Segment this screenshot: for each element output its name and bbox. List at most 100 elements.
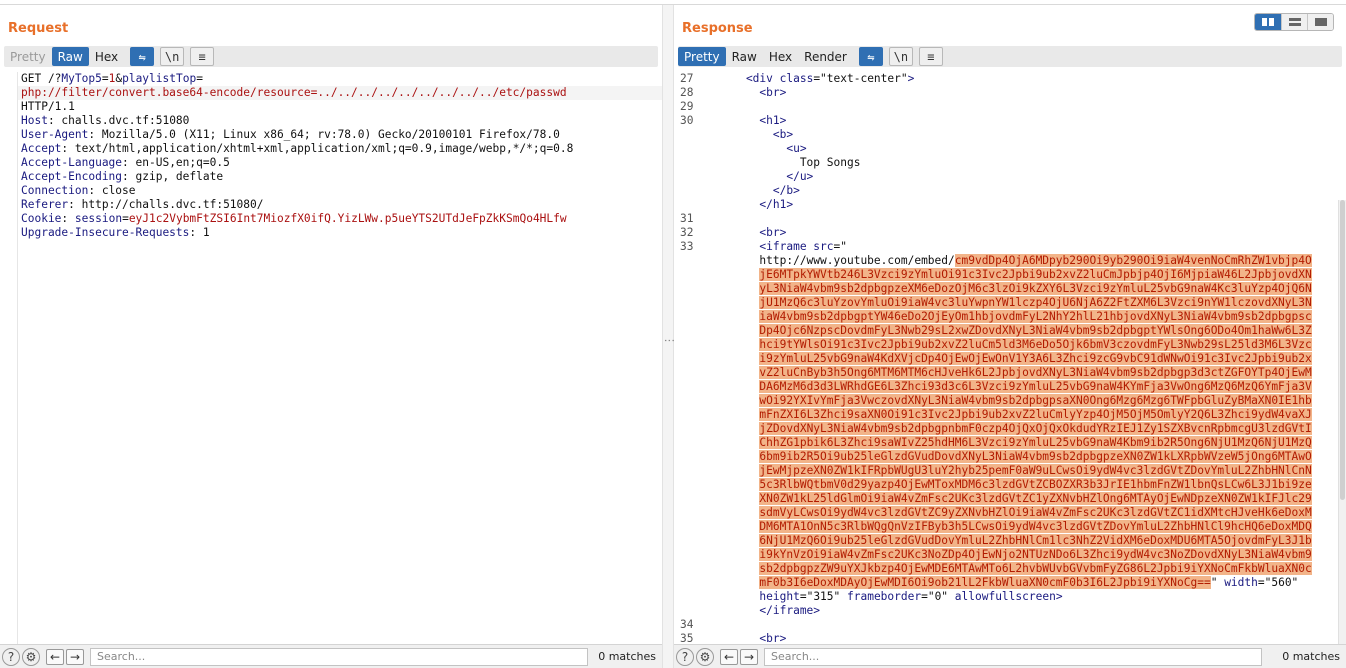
request-editor[interactable]: 1GET /?MyTop5=1&playlistTop=php://filter… xyxy=(0,72,662,649)
layout-tabs-icon[interactable] xyxy=(1307,14,1333,30)
line-text: GET /?MyTop5=1&playlistTop= xyxy=(18,72,203,86)
line-number: 32 xyxy=(680,226,694,239)
request-matches-count: 0 matches xyxy=(598,650,656,663)
previous-match-icon[interactable]: ← xyxy=(720,648,738,665)
line-text: sb2dpbgpzZW9uYXJkbzp4OjEwMDE6MTAwMTo6L2h… xyxy=(716,562,1312,576)
line-text: XN0ZW1kL25ldGlmOi9iaW4vZmFsc2UKc3lzdGVtZ… xyxy=(716,492,1312,506)
help-icon[interactable]: ? xyxy=(2,647,20,666)
line-number xyxy=(674,128,716,142)
code-line: </h1> xyxy=(674,198,1346,212)
code-token: > xyxy=(907,72,915,85)
code-line: 4Accept: text/html,application/xhtml+xml… xyxy=(0,142,662,156)
line-text xyxy=(716,100,719,114)
line-text: mFnZXI6L3Zhci9saXN0Oi91c3Ivc2Jpbi9ub2xvZ… xyxy=(716,408,1312,422)
line-number: 30 xyxy=(680,114,694,127)
layout-side-by-side-icon[interactable] xyxy=(1255,14,1281,30)
code-line: sb2dpbgpzZW9uYXJkbzp4OjEwMDE6MTAwMTo6L2h… xyxy=(674,562,1346,576)
menu-icon[interactable]: ≡ xyxy=(190,47,215,66)
line-text: i9zYmluL25vbG9naW4KdXVjcDp4OjEwOjEwOnV1Y… xyxy=(716,352,1312,366)
menu-icon[interactable]: ≡ xyxy=(918,47,943,66)
selected-text: iaW4vbm9sb2dpbgptYW46eDo2OjEyOm1hbjovdmF… xyxy=(759,310,1312,323)
selected-text: mFnZXI6L3Zhci9saXN0Oi91c3Ivc2Jpbi9ub2xvZ… xyxy=(759,408,1312,421)
line-number xyxy=(674,296,716,310)
line-number xyxy=(674,562,716,576)
code-line: 30 <h1> xyxy=(674,114,1346,128)
code-line: mF0b3I6eDoxMDAyOjEwMDI6Oi9ob21lL2FkbWlua… xyxy=(674,576,1346,590)
scrollbar-thumb[interactable] xyxy=(1340,200,1345,500)
selected-text: Dp4Ojc6NzpscDovdmFyL3Nwb29sL2xwZDovdXNyL… xyxy=(759,324,1312,337)
selected-text: vZ2luCnByb3h5Ong6MTM6MTM6cHJveHk6L2Jpbjo… xyxy=(759,366,1312,379)
response-scrollbar[interactable] xyxy=(1338,200,1346,660)
request-tab-pretty[interactable]: Pretty xyxy=(4,47,52,66)
settings-icon[interactable]: ⚙ xyxy=(22,647,40,666)
line-text: Referer: http://challs.dvc.tf:51080/ xyxy=(18,198,263,212)
selected-text: jU1MzQ6c3luYzovYmluOi9iaW4vc3luYwpnYW1lc… xyxy=(759,296,1312,309)
next-match-icon[interactable]: → xyxy=(66,648,84,665)
code-line: Top Songs xyxy=(674,156,1346,170)
settings-icon[interactable]: ⚙ xyxy=(696,647,714,666)
wrap-lines-icon[interactable]: ⇋ xyxy=(858,47,883,66)
code-line: yL3NiaW4vbm9sb2dpbgpzeXM6eDozOjM6c3lzOi9… xyxy=(674,282,1346,296)
code-token: = xyxy=(196,72,203,85)
code-token: ="315" xyxy=(799,590,847,603)
line-number xyxy=(674,408,716,422)
code-line: jEwMjpzeXN0ZW1kIFRpbWUgU3luY2hyb25pemF0a… xyxy=(674,464,1346,478)
request-search-input[interactable]: Search... xyxy=(90,647,588,666)
code-line: 9Cookie: session=eyJ1c2VybmFtZSI6Int7Mio… xyxy=(0,212,662,226)
request-tab-hex[interactable]: Hex xyxy=(89,47,124,66)
code-line: 7Connection: close xyxy=(0,184,662,198)
code-token: ="0" xyxy=(921,590,955,603)
code-token: MyTop5 xyxy=(61,72,102,85)
code-line: 6NjU1MzQ6Oi9ub25leGlzdGVudDovYmluL2ZhbHN… xyxy=(674,534,1346,548)
newline-icon[interactable]: \n xyxy=(160,47,185,66)
wrap-lines-icon[interactable]: ⇋ xyxy=(130,47,155,66)
code-token: </iframe> xyxy=(719,604,821,617)
line-number xyxy=(674,534,716,548)
response-editor[interactable]: 27 <div class="text-center"> 28 <br> 29 30 … xyxy=(674,72,1346,649)
pane-divider[interactable]: ⋮ xyxy=(662,5,676,668)
layout-stacked-icon[interactable] xyxy=(1281,14,1307,30)
code-line: <b> xyxy=(674,128,1346,142)
line-number xyxy=(674,394,716,408)
request-pane: Request Pretty Raw Hex ⇋ \n ≡ 1GET /?MyT… xyxy=(0,5,662,668)
code-line: 1GET /?MyTop5=1&playlistTop= xyxy=(0,72,662,86)
request-title: Request xyxy=(8,21,69,36)
selected-text: DM6MTA1OnN5c3RlbWQgQnVzIFByb3h5LCwsOi9yd… xyxy=(759,520,1312,533)
next-match-icon[interactable]: → xyxy=(740,648,758,665)
response-tab-render[interactable]: Render xyxy=(798,47,853,66)
line-number xyxy=(674,324,716,338)
line-text: http://www.youtube.com/embed/cm9vdDp4OjA… xyxy=(716,254,1312,268)
request-tab-raw[interactable]: Raw xyxy=(51,47,89,66)
response-tab-hex[interactable]: Hex xyxy=(763,47,798,66)
line-text: </b> xyxy=(716,184,800,198)
code-token: = xyxy=(101,72,109,85)
line-text: Accept-Encoding: gzip, deflate xyxy=(18,170,223,184)
code-token: Upgrade-Insecure-Requests xyxy=(21,226,190,239)
response-search-input[interactable]: Search... xyxy=(764,647,1262,666)
help-icon[interactable]: ? xyxy=(676,647,694,666)
code-line: 11 xyxy=(0,240,662,254)
code-token: " xyxy=(1210,576,1225,589)
code-token: : en-US,en;q=0.5 xyxy=(122,156,230,169)
response-tab-pretty[interactable]: Pretty xyxy=(678,47,726,66)
newline-icon[interactable]: \n xyxy=(888,47,913,66)
selected-text: DA6MzM6d3d3LWRhdGE6L3Zhci93d3c6L3Vzci9zY… xyxy=(759,380,1312,393)
line-text: ChhZG1pbik6L3Zhci9saWIvZ25hdHM6L3Vzci9zY… xyxy=(716,436,1312,450)
line-text: jE6MTpkYWVtb246L3Vzci9zYmluOi91c3Ivc2Jpb… xyxy=(716,268,1312,282)
line-text: Accept: text/html,application/xhtml+xml,… xyxy=(18,142,573,156)
response-tab-raw[interactable]: Raw xyxy=(726,47,763,66)
response-title: Response xyxy=(682,21,753,36)
line-number: 31 xyxy=(680,212,694,225)
code-line: 28 <br> xyxy=(674,86,1346,100)
drag-handle-icon[interactable]: ⋮ xyxy=(663,335,676,346)
previous-match-icon[interactable]: ← xyxy=(46,648,64,665)
line-text: <b> xyxy=(716,128,793,142)
line-text: </iframe> xyxy=(716,604,820,618)
line-number xyxy=(674,604,716,618)
line-text: DM6MTA1OnN5c3RlbWQgQnVzIFByb3h5LCwsOi9yd… xyxy=(716,520,1312,534)
